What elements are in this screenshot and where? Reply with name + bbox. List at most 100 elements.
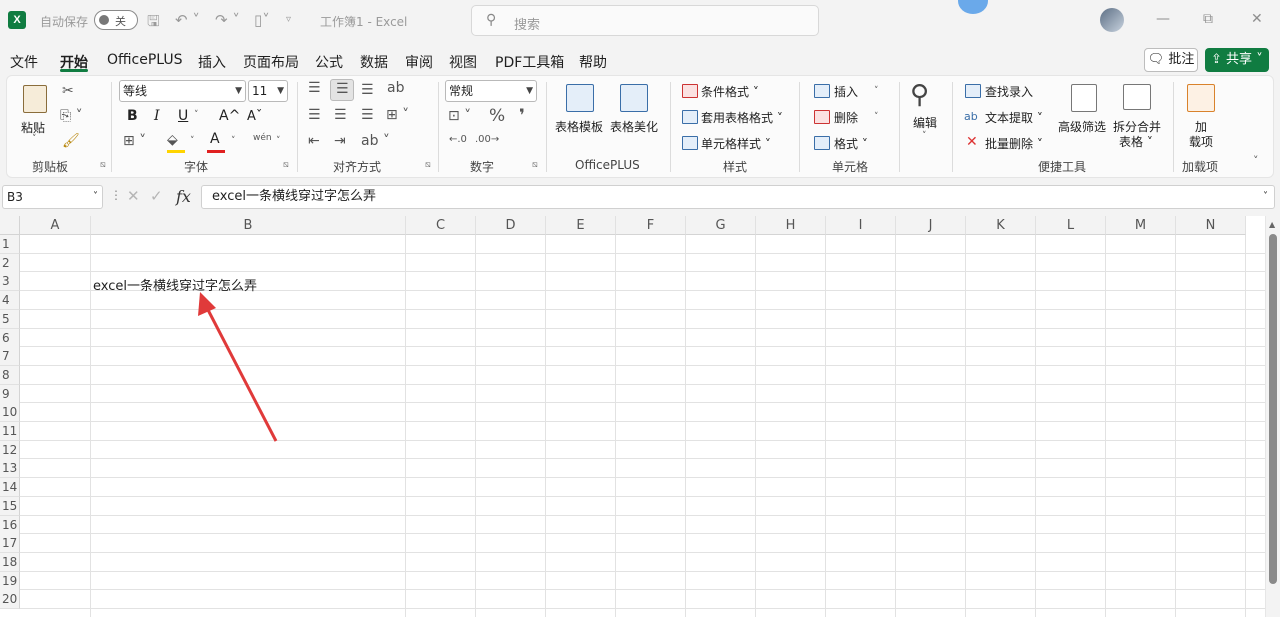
search-icon[interactable]: ⚲: [910, 80, 929, 110]
share-button[interactable]: ⇪ 共享 ˅: [1205, 48, 1269, 72]
tab-help[interactable]: 帮助: [579, 52, 607, 72]
font-color-dropdown-icon[interactable]: ˅: [231, 136, 236, 146]
clipboard-launcher-icon[interactable]: ⧅: [100, 160, 106, 170]
minimize-button[interactable]: —: [1156, 11, 1170, 27]
italic-button[interactable]: I: [154, 108, 160, 124]
insert-cells-button[interactable]: 插入: [834, 83, 858, 100]
tab-insert[interactable]: 插入: [198, 52, 226, 72]
align-middle-button[interactable]: ☰: [330, 79, 354, 101]
table-template-icon[interactable]: [566, 84, 594, 112]
comma-button[interactable]: ❜: [519, 106, 525, 126]
underline-button[interactable]: U: [178, 108, 188, 124]
insert-function-button[interactable]: fx: [176, 187, 191, 206]
cut-icon[interactable]: ✂: [62, 83, 74, 99]
increase-indent-icon[interactable]: ⇥: [334, 133, 346, 149]
search-box[interactable]: ⚲ 搜索: [471, 5, 819, 36]
name-box[interactable]: B3 ˅: [2, 185, 103, 209]
font-launcher-icon[interactable]: ⧅: [283, 160, 289, 170]
tab-view[interactable]: 视图: [449, 52, 477, 72]
tab-formulas[interactable]: 公式: [315, 52, 343, 72]
conditional-format-button[interactable]: 条件格式 ˅: [701, 83, 759, 100]
tab-file[interactable]: 文件: [10, 52, 38, 72]
find-entry-button[interactable]: 查找录入: [985, 83, 1033, 100]
copy-icon[interactable]: ⎘ ˅: [60, 108, 83, 124]
currency-icon[interactable]: ⊡ ˅: [448, 108, 471, 124]
cancel-entry-icon[interactable]: ✕: [127, 187, 140, 205]
customize-qat-icon[interactable]: ▿: [286, 14, 291, 25]
split-merge-icon[interactable]: [1123, 84, 1151, 110]
text-extract-button[interactable]: 文本提取 ˅: [985, 109, 1043, 126]
redo-icon[interactable]: ↷ ˅: [215, 11, 240, 29]
undo-icon[interactable]: ↶ ˅: [175, 11, 200, 29]
paste-dropdown-icon[interactable]: ˅: [32, 134, 37, 144]
delete-cells-button[interactable]: 删除: [834, 109, 858, 126]
underline-dropdown-icon[interactable]: ˅: [194, 110, 199, 120]
insert-dropdown-icon[interactable]: ˅: [874, 86, 879, 96]
table-template-button[interactable]: 表格模板: [555, 118, 603, 135]
number-launcher-icon[interactable]: ⧅: [532, 160, 538, 170]
formula-input[interactable]: excel一条横线穿过字怎么弄 ˅: [201, 185, 1275, 209]
align-left-icon[interactable]: ☰: [308, 107, 321, 123]
scroll-up-icon[interactable]: ▲: [1269, 220, 1275, 229]
delete-dropdown-icon[interactable]: ˅: [874, 112, 879, 122]
paste-icon[interactable]: [23, 85, 47, 113]
decrease-decimal-icon[interactable]: .00→: [475, 134, 499, 145]
split-merge-button-line2[interactable]: 表格 ˅: [1119, 133, 1153, 150]
table-beautify-button[interactable]: 表格美化: [610, 118, 658, 135]
percent-button[interactable]: %: [489, 106, 505, 126]
phonetic-dropdown-icon[interactable]: ˅: [276, 136, 281, 146]
fill-color-dropdown-icon[interactable]: ˅: [190, 136, 195, 146]
tab-data[interactable]: 数据: [360, 52, 388, 72]
batch-delete-button[interactable]: 批量删除 ˅: [985, 135, 1043, 152]
shrink-font-button[interactable]: Aˇ: [247, 109, 262, 124]
bold-button[interactable]: B: [127, 108, 138, 124]
merge-center-icon[interactable]: ⊞ ˅: [386, 107, 409, 123]
fill-color-icon[interactable]: ⬙: [167, 132, 178, 148]
number-format-select[interactable]: 常规 ▼: [445, 80, 537, 102]
copilot-icon[interactable]: [958, 0, 988, 14]
align-center-icon[interactable]: ☰: [334, 107, 347, 123]
formula-bar: B3 ˅ ⋮ ✕ ✓ fx excel一条横线穿过字怎么弄 ˅: [0, 183, 1280, 211]
restore-button[interactable]: ⧉: [1203, 11, 1213, 27]
align-right-icon[interactable]: ☰: [361, 107, 374, 123]
font-size-select[interactable]: 11 ▼: [248, 80, 288, 102]
editing-button[interactable]: 编辑: [913, 114, 937, 131]
save-icon[interactable]: 🖫: [147, 11, 160, 36]
font-color-icon[interactable]: A: [210, 131, 220, 147]
borders-icon[interactable]: ⊞ ˅: [123, 133, 146, 149]
format-as-table-button[interactable]: 套用表格格式 ˅: [701, 109, 783, 126]
add-ins-icon[interactable]: [1187, 84, 1215, 112]
table-beautify-icon[interactable]: [620, 84, 648, 112]
font-name-select[interactable]: 等线 ▼: [119, 80, 246, 102]
autosave-toggle[interactable]: 关: [94, 10, 138, 30]
align-top-icon[interactable]: ☰: [308, 80, 321, 96]
grow-font-button[interactable]: A^: [219, 108, 240, 124]
phonetic-guide-button[interactable]: wén: [253, 133, 272, 143]
align-bottom-icon[interactable]: ☰: [361, 82, 374, 98]
collapse-ribbon-icon[interactable]: ˅: [1253, 154, 1259, 167]
vertical-scrollbar[interactable]: ▲: [1265, 216, 1280, 617]
tab-page-layout[interactable]: 页面布局: [243, 52, 299, 72]
confirm-entry-icon[interactable]: ✓: [150, 187, 163, 205]
cell-styles-button[interactable]: 单元格样式 ˅: [701, 135, 771, 152]
tab-review[interactable]: 审阅: [405, 52, 433, 72]
text-direction-icon[interactable]: ab ˅: [361, 133, 390, 149]
editing-dropdown-icon[interactable]: ˅: [922, 131, 927, 141]
spreadsheet-grid[interactable]: ABCDEFGHIJKLMN 1 2 3 4 5 6 7 8 9 10 11 12 13 14 15 16 17…: [0, 216, 1280, 617]
advanced-filter-icon[interactable]: [1071, 84, 1097, 112]
comments-button[interactable]: 🗨 批注: [1144, 48, 1198, 72]
increase-decimal-icon[interactable]: ←.0: [449, 134, 467, 145]
avatar[interactable]: [1100, 8, 1124, 32]
orientation-icon[interactable]: ab: [387, 80, 404, 96]
advanced-filter-button[interactable]: 高级筛选: [1058, 118, 1106, 135]
tab-pdf-tools[interactable]: PDF工具箱: [495, 52, 564, 72]
tab-officeplus[interactable]: OfficePLUS: [107, 52, 183, 68]
add-ins-button-line2[interactable]: 载项: [1189, 133, 1213, 150]
scrollbar-thumb[interactable]: [1269, 234, 1277, 584]
page-icon[interactable]: ▯˅: [254, 11, 270, 29]
format-painter-icon[interactable]: 🖌: [62, 133, 80, 149]
format-cells-button[interactable]: 格式 ˅: [834, 135, 868, 152]
alignment-launcher-icon[interactable]: ⧅: [425, 160, 431, 170]
close-button[interactable]: ✕: [1251, 11, 1263, 27]
decrease-indent-icon[interactable]: ⇤: [308, 133, 320, 149]
